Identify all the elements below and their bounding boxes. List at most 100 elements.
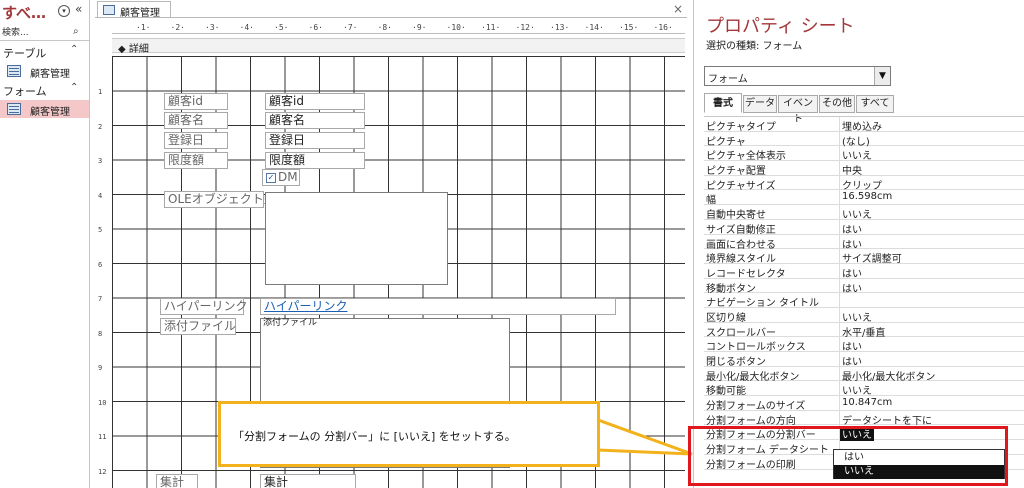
- property-row[interactable]: 分割フォームの方向 データシートを下に: [704, 410, 1024, 427]
- label-customer-id[interactable]: 顧客id: [164, 93, 228, 110]
- vertical-ruler-mark: 7: [98, 295, 103, 303]
- label-attachment[interactable]: 添付ファイル: [160, 318, 236, 335]
- column-divider: [839, 219, 840, 234]
- textbox-hyperlink[interactable]: ハイパーリンク: [260, 298, 616, 315]
- object-selector-dropdown[interactable]: フォーム ▼: [704, 66, 891, 86]
- property-row[interactable]: ピクチャサイズ クリップ: [704, 175, 1024, 192]
- label-hyperlink[interactable]: ハイパーリンク: [160, 298, 248, 315]
- textbox-registration-date[interactable]: 登録日: [265, 132, 365, 149]
- property-row[interactable]: 移動可能 いいえ: [704, 381, 1024, 397]
- textbox-customer-id[interactable]: 顧客id: [265, 93, 365, 110]
- checkbox-dm[interactable]: ✓ DM: [262, 169, 300, 186]
- dropdown-option-no[interactable]: いいえ: [834, 465, 1004, 479]
- document-tab-customer[interactable]: 顧客管理: [97, 1, 171, 19]
- column-divider: [839, 234, 840, 249]
- vertical-ruler-mark: 3: [98, 157, 103, 165]
- textbox-credit-limit[interactable]: 限度額: [265, 152, 365, 169]
- label-total[interactable]: 集計: [156, 474, 198, 488]
- chevron-up-icon[interactable]: ⌃: [70, 44, 78, 55]
- column-divider: [839, 337, 840, 351]
- tab-bar-divider: [95, 17, 687, 18]
- chevron-up-icon[interactable]: ⌃: [70, 82, 78, 93]
- ruler-mark: ·15·: [619, 23, 639, 32]
- property-value[interactable]: 10.847cm: [842, 397, 892, 408]
- column-divider: [839, 190, 840, 205]
- property-row[interactable]: サイズ自動修正 はい: [704, 219, 1024, 236]
- vertical-ruler-mark: 4: [98, 191, 103, 200]
- nav-menu-dropdown-icon[interactable]: ▾: [58, 5, 70, 17]
- ruler-mark: ·7·: [343, 23, 358, 32]
- value-dropdown-list[interactable]: はい いいえ: [833, 449, 1005, 479]
- textbox-total[interactable]: 集計: [260, 474, 356, 488]
- navigation-pane: すべ… ▾ « ⌕ テーブル ⌃ 顧客管理 フォーム ⌃ 顧客管理: [0, 0, 90, 488]
- column-divider: [839, 205, 840, 219]
- ruler-mark: ·6·: [308, 23, 323, 32]
- property-row[interactable]: ナビゲーション タイトル: [704, 293, 1024, 309]
- label-registration-date[interactable]: 登録日: [164, 132, 228, 149]
- nav-pane-title[interactable]: すべ…: [2, 2, 46, 23]
- nav-item-table-customer[interactable]: 顧客管理: [0, 62, 89, 80]
- search-icon[interactable]: ⌕: [73, 26, 86, 39]
- property-row[interactable]: 最小化/最大化ボタン 最小化/最大化ボタン: [704, 366, 1024, 383]
- property-row[interactable]: ピクチャ (なし): [704, 131, 1024, 148]
- vertical-ruler-mark: 1: [98, 88, 103, 96]
- column-divider: [839, 381, 840, 396]
- nav-group-label: フォーム: [3, 85, 47, 98]
- property-sheet-title: プロパティ シート: [706, 16, 855, 37]
- column-divider: [839, 352, 840, 366]
- label-customer-name[interactable]: 顧客名: [164, 112, 228, 129]
- column-divider: [839, 293, 840, 307]
- property-row[interactable]: ピクチャ全体表示 いいえ: [704, 146, 1024, 162]
- nav-group-tables[interactable]: テーブル ⌃: [0, 44, 89, 60]
- property-row[interactable]: 幅 16.598cm: [704, 190, 1024, 206]
- close-icon[interactable]: ×: [673, 2, 683, 16]
- ruler-mark: ·13·: [550, 23, 570, 32]
- property-row[interactable]: 画面に合わせる はい: [704, 234, 1024, 251]
- label-ole-object[interactable]: OLEオブジェクト型: [164, 191, 276, 208]
- property-row[interactable]: 閉じるボタン はい: [704, 352, 1024, 368]
- dropdown-option-yes[interactable]: はい: [834, 451, 1004, 465]
- form-icon: [7, 103, 21, 115]
- property-row[interactable]: 移動ボタン はい: [704, 278, 1024, 295]
- column-divider: [839, 249, 840, 263]
- column-divider: [839, 117, 840, 131]
- tab-event[interactable]: イベント: [778, 95, 818, 125]
- horizontal-ruler[interactable]: ·1· ·2· ·3· ·4· ·5· ·6· ·7· ·8· ·9· ·10· ·11· ·12· ·…: [112, 22, 685, 34]
- property-row[interactable]: 区切り線 いいえ: [704, 307, 1024, 324]
- checkbox-checked-icon[interactable]: ✓: [266, 173, 276, 183]
- column-divider: [839, 175, 840, 190]
- nav-item-form-customer[interactable]: 顧客管理: [0, 100, 89, 118]
- property-row[interactable]: 分割フォームのサイズ 10.847cm: [704, 396, 1024, 412]
- ruler-mark: ·3·: [205, 23, 220, 32]
- chevron-down-icon[interactable]: ▼: [874, 67, 890, 85]
- property-row[interactable]: スクロールバー 水平/垂直: [704, 322, 1024, 339]
- column-divider: [839, 131, 840, 146]
- vertical-ruler-mark: 8: [98, 329, 103, 338]
- ruler-mark: ·11·: [481, 23, 501, 32]
- vertical-ruler-mark: 9: [98, 364, 103, 372]
- property-row[interactable]: ピクチャ配置 中央: [704, 161, 1024, 177]
- tab-other[interactable]: その他: [819, 95, 855, 113]
- property-value[interactable]: 16.598cm: [842, 191, 892, 202]
- nav-search-input[interactable]: [2, 26, 70, 39]
- property-row[interactable]: レコードセレクタ はい: [704, 263, 1024, 280]
- property-row[interactable]: コントロールボックス はい: [704, 337, 1024, 353]
- nav-group-forms[interactable]: フォーム ⌃: [0, 82, 89, 98]
- property-row[interactable]: 境界線スタイル サイズ調整可: [704, 249, 1024, 265]
- property-row[interactable]: 自動中央寄せ いいえ: [704, 205, 1024, 221]
- property-row[interactable]: 分割フォームの分割バー いいえ: [704, 425, 1024, 442]
- tab-format[interactable]: 書式: [704, 93, 742, 113]
- tab-all[interactable]: すべて: [856, 95, 894, 113]
- label-credit-limit[interactable]: 限度額: [164, 152, 228, 169]
- section-bar-detail[interactable]: ◆ 詳細: [112, 38, 685, 55]
- vertical-ruler[interactable]: 1 2 3 4 5 6 7 8 9 10 11 12: [97, 55, 107, 488]
- ole-object-frame[interactable]: [265, 192, 448, 285]
- property-row[interactable]: ピクチャタイプ 埋め込み: [704, 117, 1024, 133]
- tab-data[interactable]: データ: [743, 95, 777, 113]
- textbox-customer-name[interactable]: 顧客名: [265, 112, 365, 129]
- nav-search: ⌕: [0, 25, 89, 41]
- vertical-ruler-mark: 5: [98, 226, 103, 234]
- nav-collapse-icon[interactable]: «: [75, 2, 82, 16]
- ruler-mark: ·9·: [412, 23, 427, 32]
- table-icon: [7, 65, 21, 77]
